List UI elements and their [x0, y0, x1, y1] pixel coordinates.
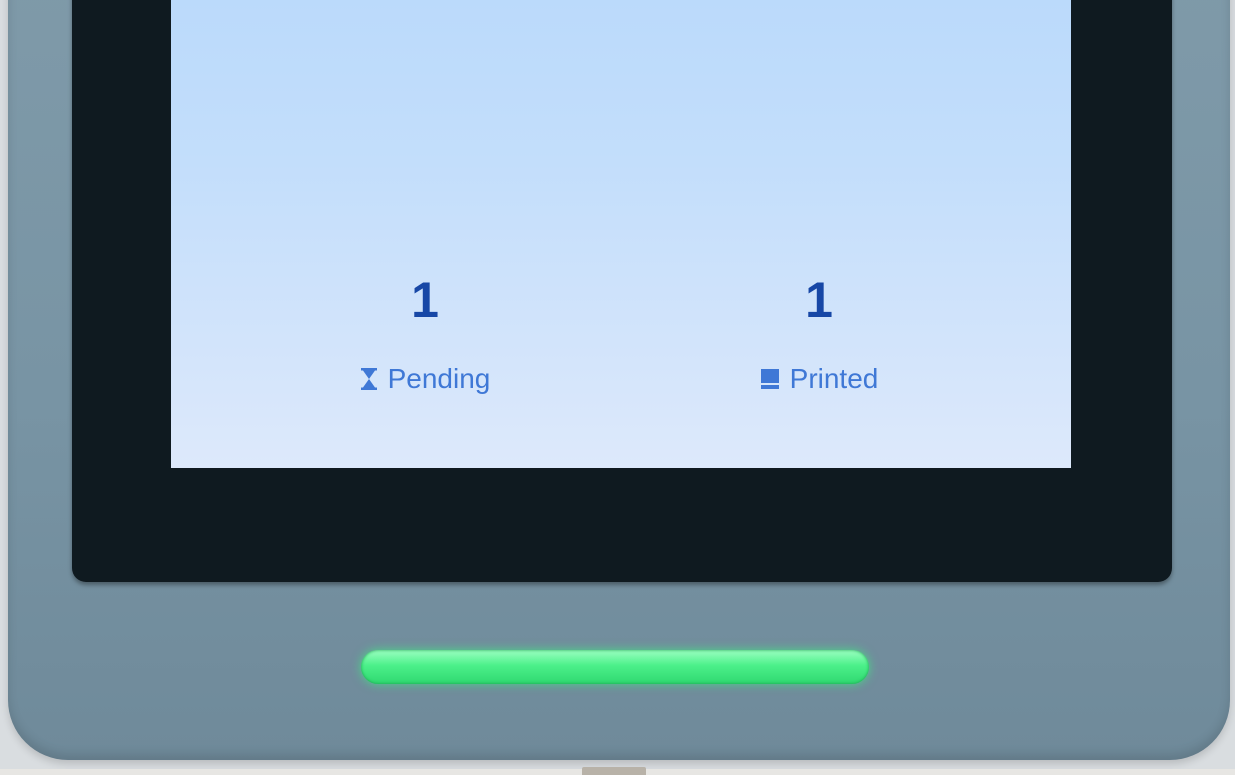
- device-body: 1 Pending 1 Printed: [8, 0, 1230, 760]
- printed-label-row: Printed: [689, 363, 949, 395]
- hourglass-icon: [360, 367, 378, 391]
- printer-icon: [760, 367, 780, 391]
- connector-port: [582, 767, 646, 775]
- printed-stat[interactable]: 1 Printed: [689, 275, 949, 395]
- printed-label: Printed: [789, 363, 879, 394]
- printed-count: 1: [805, 272, 833, 328]
- pending-label: Pending: [387, 363, 491, 394]
- pending-count: 1: [411, 272, 439, 328]
- pending-label-row: Pending: [295, 363, 555, 395]
- status-led-bar: [361, 650, 869, 684]
- display-screen: 1 Pending 1 Printed: [171, 0, 1071, 468]
- pending-stat[interactable]: 1 Pending: [295, 275, 555, 395]
- screen-bezel: 1 Pending 1 Printed: [72, 0, 1172, 582]
